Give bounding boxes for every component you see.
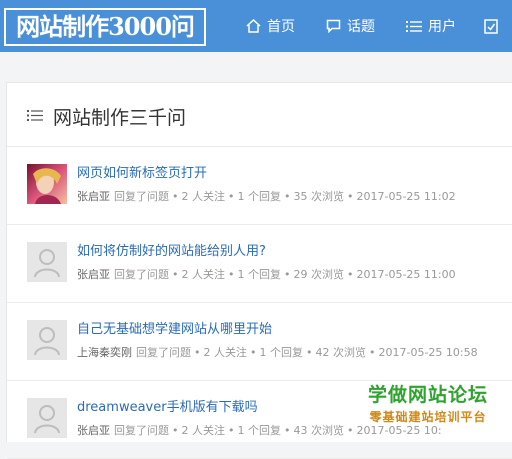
default-user-avatar-icon (27, 242, 67, 282)
reply-count: 1 个回复 (237, 268, 282, 281)
panel-header: 网站制作三千问 (7, 83, 512, 147)
photo-avatar-icon (27, 164, 67, 204)
timestamp: 2017-05-25 10:58 (378, 346, 478, 359)
nav-topics[interactable]: 话题 (326, 0, 375, 52)
chat-bubble-icon (326, 19, 341, 33)
question-meta: 张启亚 回复了问题 • 2 人关注 • 1 个回复 • 35 次浏览 • 2017-05-25 1… (77, 190, 456, 203)
top-navbar: 网站制作3000问 首页 话题 用户 (0, 0, 512, 52)
nav-publish[interactable] (484, 0, 504, 52)
site-logo[interactable]: 网站制作3000问 (4, 8, 206, 46)
author-link[interactable]: 张启亚 (77, 424, 110, 437)
reply-count: 1 个回复 (259, 346, 304, 359)
action-text: 回复了问题 (136, 346, 191, 359)
default-user-avatar-icon (27, 398, 67, 438)
follow-count: 2 人关注 (203, 346, 248, 359)
view-count: 43 次浏览 (293, 424, 345, 437)
nav-users-label: 用户 (428, 19, 456, 35)
list-icon (27, 110, 43, 121)
watermark: 学做网站论坛 零基础建站培训平台 (344, 382, 512, 438)
view-count: 29 次浏览 (293, 268, 345, 281)
user-avatar[interactable] (27, 164, 67, 204)
edit-check-icon (484, 18, 498, 34)
home-icon (246, 19, 261, 33)
reply-count: 1 个回复 (237, 424, 282, 437)
question-meta: 张启亚 回复了问题 • 2 人关注 • 1 个回复 • 29 次浏览 • 2017-05-25 1… (77, 268, 456, 281)
user-avatar[interactable] (27, 242, 67, 282)
nav-home-label: 首页 (267, 19, 295, 35)
nav-home[interactable]: 首页 (246, 0, 295, 52)
user-avatar[interactable] (27, 398, 67, 438)
question-title-link[interactable]: 如何将仿制好的网站能给别人用? (77, 240, 266, 259)
question-meta: 上海秦奕刚 回复了问题 • 2 人关注 • 1 个回复 • 42 次浏览 • 2017-05-25… (77, 346, 478, 359)
reply-count: 1 个回复 (237, 190, 282, 203)
question-title-link[interactable]: 网页如何新标签页打开 (77, 162, 207, 181)
timestamp: 2017-05-25 11:02 (356, 190, 456, 203)
view-count: 42 次浏览 (315, 346, 367, 359)
follow-count: 2 人关注 (181, 268, 226, 281)
list-icon (406, 20, 422, 32)
nav-topics-label: 话题 (347, 19, 375, 35)
question-item: 如何将仿制好的网站能给别人用? 张启亚 回复了问题 • 2 人关注 • 1 个回复 • 29 … (7, 225, 512, 303)
question-item: 网页如何新标签页打开 张启亚 回复了问题 • 2 人关注 • 1 个回复 • 35 次浏览 • 2… (7, 147, 512, 225)
author-link[interactable]: 上海秦奕刚 (77, 346, 132, 359)
author-link[interactable]: 张启亚 (77, 190, 110, 203)
timestamp: 2017-05-25 11:00 (356, 268, 456, 281)
default-user-avatar-icon (27, 320, 67, 360)
question-item: 自己无基础想学建网站从哪里开始 上海秦奕刚 回复了问题 • 2 人关注 • 1 个回复 • 4… (7, 303, 512, 381)
question-title-link[interactable]: dreamweaver手机版有下载吗 (77, 396, 258, 415)
watermark-title: 学做网站论坛 (367, 384, 488, 406)
author-link[interactable]: 张启亚 (77, 268, 110, 281)
nav-users[interactable]: 用户 (406, 0, 456, 52)
panel-title: 网站制作三千问 (53, 107, 187, 129)
watermark-subtitle: 零基础建站培训平台 (369, 410, 487, 424)
action-text: 回复了问题 (114, 424, 169, 437)
follow-count: 2 人关注 (181, 190, 226, 203)
view-count: 35 次浏览 (293, 190, 345, 203)
follow-count: 2 人关注 (181, 424, 226, 437)
user-avatar[interactable] (27, 320, 67, 360)
action-text: 回复了问题 (114, 190, 169, 203)
question-title-link[interactable]: 自己无基础想学建网站从哪里开始 (77, 318, 272, 337)
action-text: 回复了问题 (114, 268, 169, 281)
